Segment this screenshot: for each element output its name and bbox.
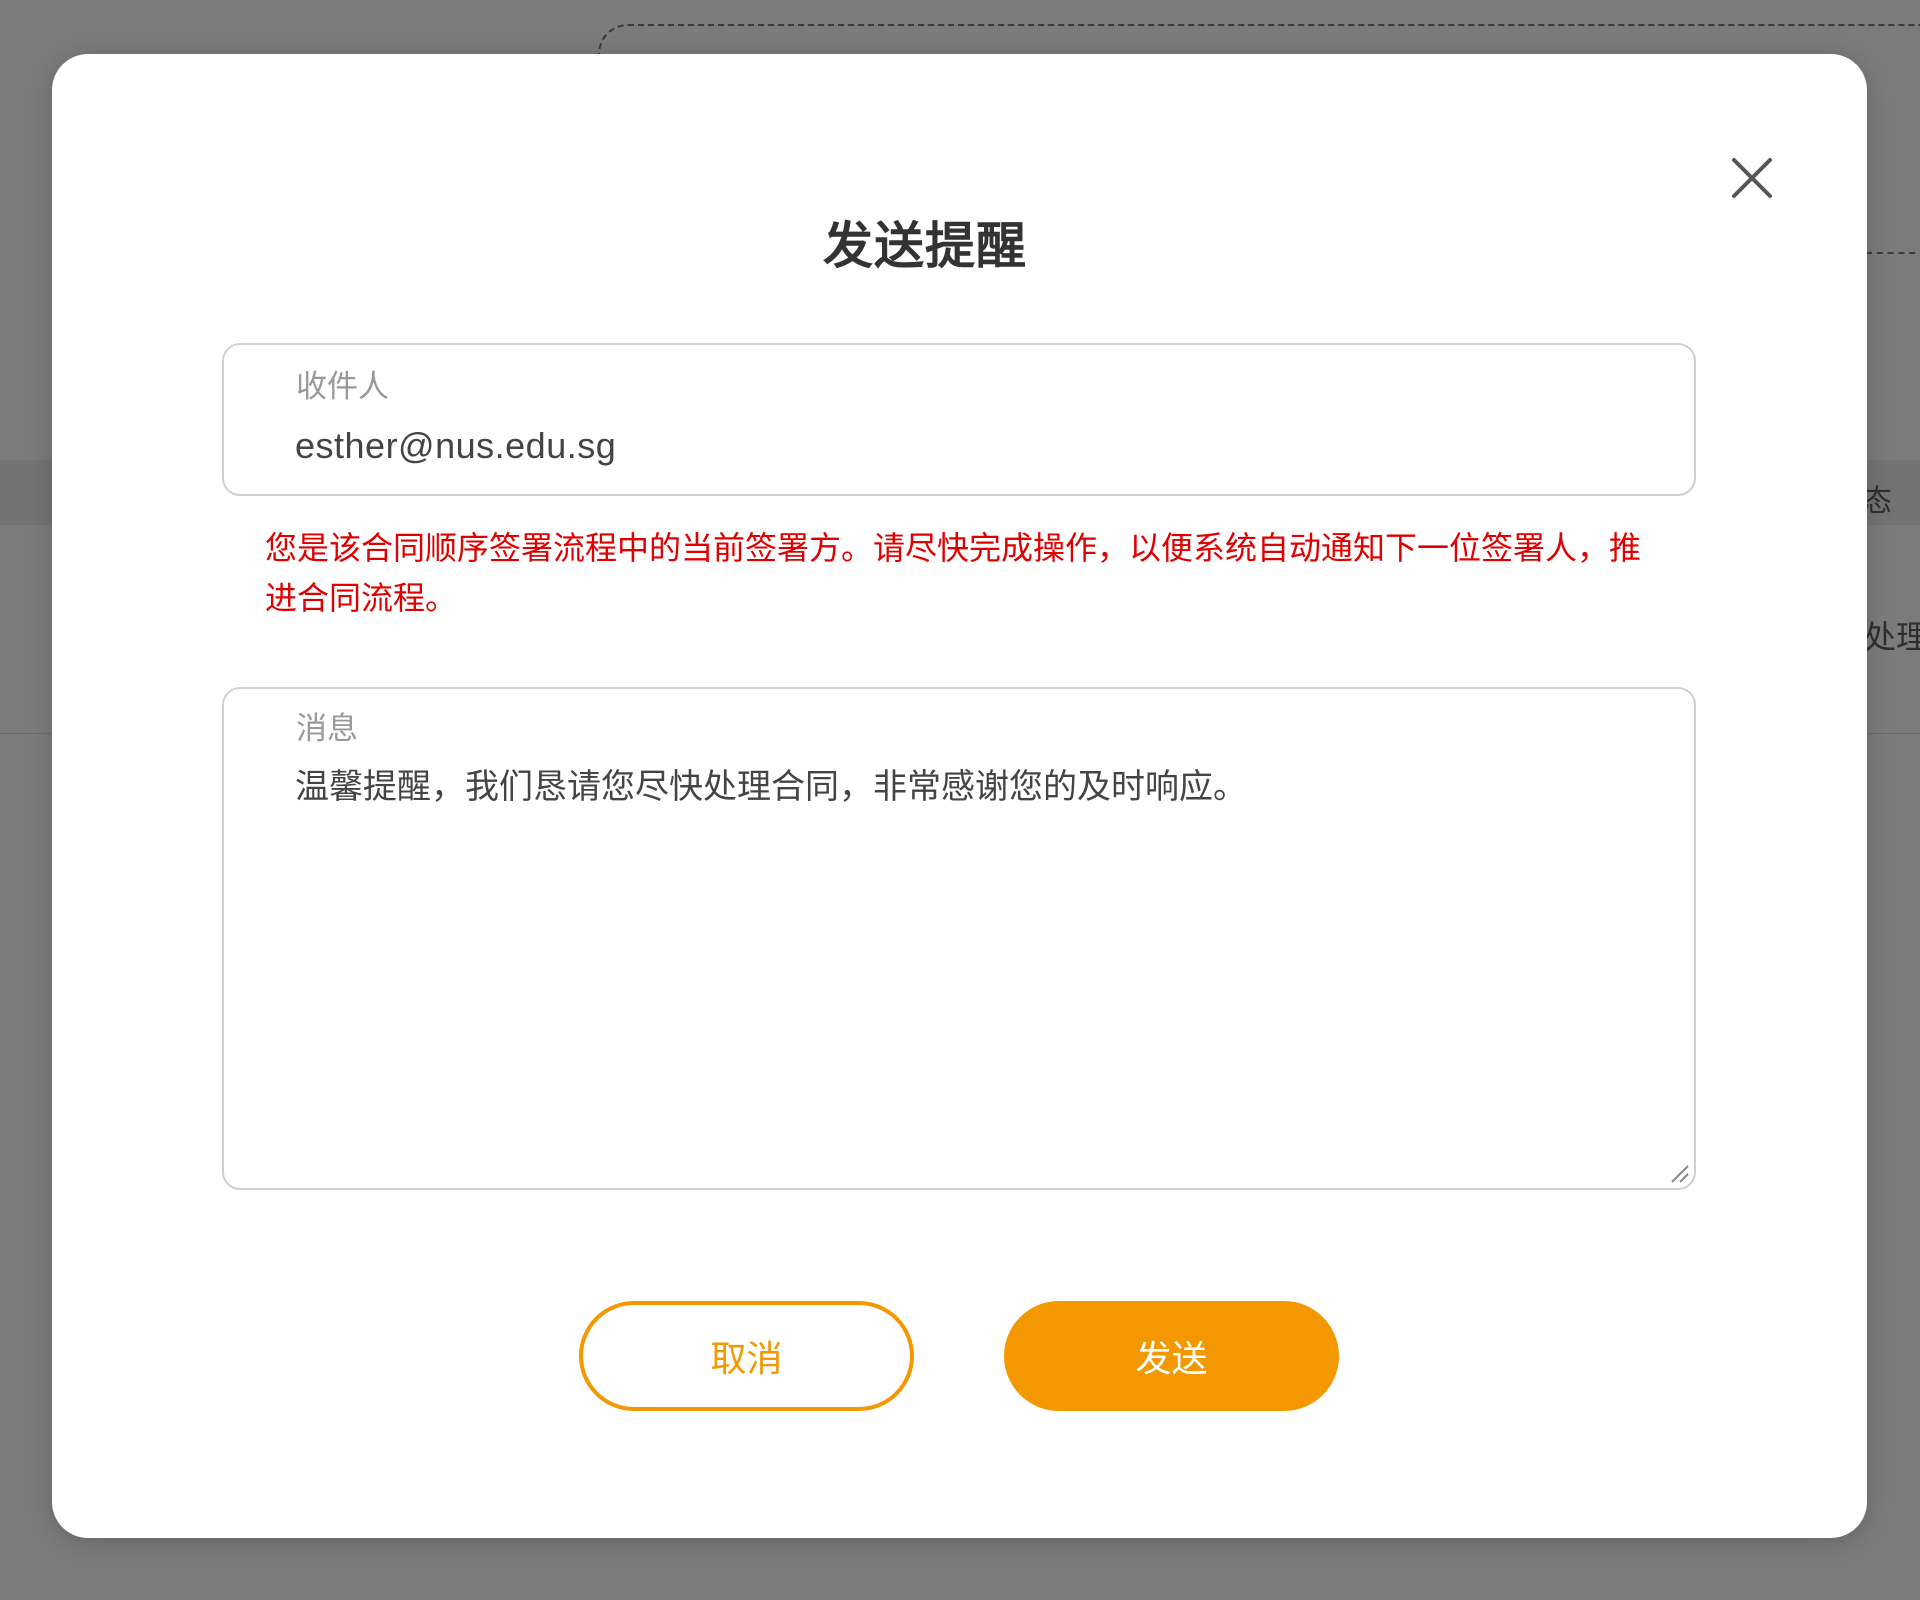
- close-icon: [1732, 158, 1772, 198]
- message-field[interactable]: 消息 温馨提醒，我们恳请您尽快处理合同，非常感谢您的及时响应。: [222, 687, 1696, 1190]
- close-button[interactable]: [1720, 146, 1784, 210]
- send-reminder-dialog: 发送提醒 收件人 esther@nus.edu.sg 您是该合同顺序签署流程中的…: [52, 54, 1867, 1538]
- background-dashed-divider: [1866, 252, 1920, 254]
- background-action-text: 处理: [1864, 618, 1920, 656]
- warning-message: 您是该合同顺序签署流程中的当前签署方。请尽快完成操作，以便系统自动通知下一位签署…: [265, 529, 1642, 617]
- dialog-title: 发送提醒: [823, 217, 1027, 275]
- message-textarea[interactable]: 温馨提醒，我们恳请您尽快处理合同，非常感谢您的及时响应。: [295, 759, 1247, 808]
- resize-handle-icon[interactable]: [1668, 1162, 1690, 1184]
- recipient-input[interactable]: esther@nus.edu.sg: [295, 425, 616, 467]
- cancel-button[interactable]: 取消: [579, 1301, 914, 1411]
- recipient-label: 收件人: [296, 369, 389, 405]
- send-button[interactable]: 发送: [1004, 1301, 1339, 1411]
- message-label: 消息: [296, 711, 358, 747]
- recipient-field[interactable]: 收件人 esther@nus.edu.sg: [222, 343, 1696, 496]
